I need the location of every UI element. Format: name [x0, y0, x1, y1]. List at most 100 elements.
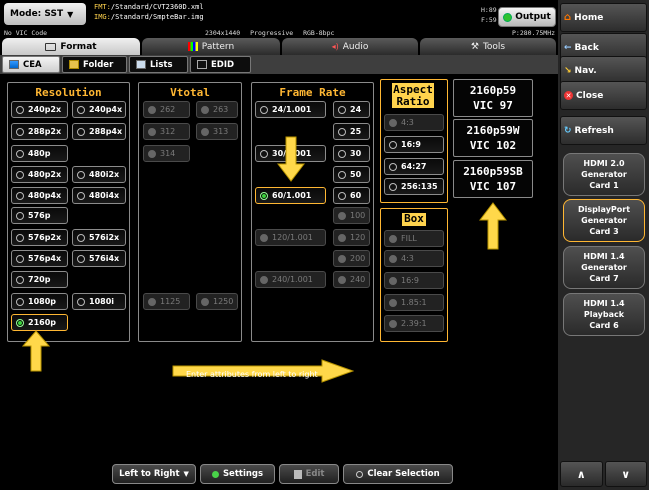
scroll-down-button[interactable]: ∨	[604, 461, 647, 487]
radio-icon	[77, 170, 85, 179]
option-13[interactable]: 240	[333, 271, 370, 288]
option-7[interactable]: 60	[333, 187, 370, 204]
output-button[interactable]: Output	[498, 7, 556, 27]
option-3[interactable]: 288p4x	[72, 123, 126, 140]
option-label: 576i2x	[89, 233, 120, 242]
arrow-up-icon	[22, 330, 50, 372]
option-3[interactable]: 1.85:1	[384, 294, 444, 311]
option-3[interactable]: 313	[196, 123, 238, 140]
option-0[interactable]: 240p2x	[11, 101, 68, 118]
option-2[interactable]: 312	[143, 123, 190, 140]
radio-icon	[338, 211, 346, 220]
option-4[interactable]: 2.39:1	[384, 315, 444, 332]
option-17[interactable]: 2160p	[11, 314, 68, 331]
card-displayport-generator[interactable]: DisplayPort Generator Card 3	[563, 199, 645, 242]
option-2[interactable]: 16:9	[384, 272, 444, 289]
option-6[interactable]: 1250	[196, 293, 238, 310]
radio-icon	[77, 297, 85, 306]
option-2[interactable]: 64:27	[384, 158, 444, 175]
option-5[interactable]: 50	[333, 166, 370, 183]
subtab-edid[interactable]: EDID	[190, 56, 251, 73]
tab-tools[interactable]: ⚒ Tools	[420, 38, 556, 55]
option-5[interactable]: 480p2x	[11, 166, 68, 183]
option-4[interactable]: 30	[333, 145, 370, 162]
bottom-toolbar: Left to Right ▼ Settings Edit Clear Sele…	[0, 459, 558, 490]
option-5[interactable]: 1125	[143, 293, 190, 310]
sub-tabs: CEA Folder Lists EDID	[0, 55, 558, 74]
option-7[interactable]: 480p4x	[11, 187, 68, 204]
close-button[interactable]: ✕ Close	[560, 81, 647, 110]
tab-format[interactable]: Format	[2, 38, 140, 55]
option-3[interactable]: 256:135	[384, 178, 444, 195]
option-8[interactable]: 100	[333, 207, 370, 224]
tab-audio[interactable]: ◂) Audio	[282, 38, 418, 55]
radio-icon	[389, 319, 397, 328]
tab-pattern[interactable]: Pattern	[142, 38, 280, 55]
main-tabs: Format Pattern ◂) Audio ⚒ Tools	[0, 38, 558, 55]
option-6[interactable]: 60/1.001	[255, 187, 326, 204]
edit-button[interactable]: Edit	[279, 464, 339, 484]
folder-icon	[69, 60, 79, 69]
vic-result[interactable]: 2160p59SB VIC 107	[453, 160, 533, 198]
vic-result[interactable]: 2160p59 VIC 97	[453, 79, 533, 117]
image-path: IMG:/Standard/SmpteBar.img	[94, 13, 204, 21]
option-15[interactable]: 1080p	[11, 293, 68, 310]
refresh-button[interactable]: ↻ Refresh	[560, 116, 647, 145]
option-1[interactable]: 4:3	[384, 250, 444, 267]
option-0[interactable]: 24/1.001	[255, 101, 326, 118]
option-8[interactable]: 480i4x	[72, 187, 126, 204]
option-label: 64:27	[401, 162, 427, 171]
option-0[interactable]: FILL	[384, 230, 444, 247]
clear-led-icon	[356, 470, 364, 478]
subtab-folder[interactable]: Folder	[62, 56, 127, 73]
chevron-down-icon: ▼	[183, 470, 189, 478]
radio-icon	[16, 297, 24, 306]
order-dropdown[interactable]: Left to Right ▼	[112, 464, 196, 484]
option-9[interactable]: 576p	[11, 207, 68, 224]
subtab-lists[interactable]: Lists	[129, 56, 188, 73]
option-label: 288p4x	[89, 127, 123, 136]
card-hdmi20-generator[interactable]: HDMI 2.0 Generator Card 1	[563, 153, 645, 196]
radio-icon	[338, 254, 346, 263]
option-14[interactable]: 720p	[11, 271, 68, 288]
option-label: 240p4x	[89, 105, 123, 114]
subtab-cea[interactable]: CEA	[2, 56, 60, 73]
vic-result[interactable]: 2160p59W VIC 102	[453, 119, 533, 157]
option-label: 240	[350, 275, 366, 284]
option-label: 30	[350, 149, 362, 158]
option-2[interactable]: 25	[333, 123, 370, 140]
option-11[interactable]: 576i2x	[72, 229, 126, 246]
option-4[interactable]: 480p	[11, 145, 68, 162]
option-13[interactable]: 576i4x	[72, 250, 126, 267]
close-icon: ✕	[564, 91, 573, 100]
radio-icon	[260, 233, 268, 242]
option-1[interactable]: 240p4x	[72, 101, 126, 118]
option-2[interactable]: 288p2x	[11, 123, 68, 140]
option-1[interactable]: 24	[333, 101, 370, 118]
option-10[interactable]: 576p2x	[11, 229, 68, 246]
option-6[interactable]: 480i2x	[72, 166, 126, 183]
mode-dropdown[interactable]: Mode: SST ▼	[4, 3, 86, 25]
card-hdmi14-generator[interactable]: HDMI 1.4 Generator Card 7	[563, 246, 645, 289]
option-9[interactable]: 120/1.001	[255, 229, 326, 246]
home-button[interactable]: ⌂ Home	[560, 3, 647, 32]
radio-icon	[389, 182, 397, 191]
clear-selection-button[interactable]: Clear Selection	[343, 464, 453, 484]
option-0[interactable]: 4:3	[384, 114, 444, 131]
monitor-icon	[45, 42, 57, 51]
option-1[interactable]: 263	[196, 101, 238, 118]
settings-button[interactable]: Settings	[200, 464, 275, 484]
option-0[interactable]: 262	[143, 101, 190, 118]
option-1[interactable]: 16:9	[384, 136, 444, 153]
option-label: 4:3	[401, 254, 414, 263]
option-16[interactable]: 1080i	[72, 293, 126, 310]
card-hdmi14-playback[interactable]: HDMI 1.4 Playback Card 6	[563, 293, 645, 336]
option-11[interactable]: 200	[333, 250, 370, 267]
scroll-up-button[interactable]: ∧	[560, 461, 603, 487]
option-12[interactable]: 240/1.001	[255, 271, 326, 288]
option-10[interactable]: 120	[333, 229, 370, 246]
option-12[interactable]: 576p4x	[11, 250, 68, 267]
vic-code: No VIC Code	[4, 29, 48, 37]
option-4[interactable]: 314	[143, 145, 190, 162]
option-label: 1080p	[28, 297, 56, 306]
